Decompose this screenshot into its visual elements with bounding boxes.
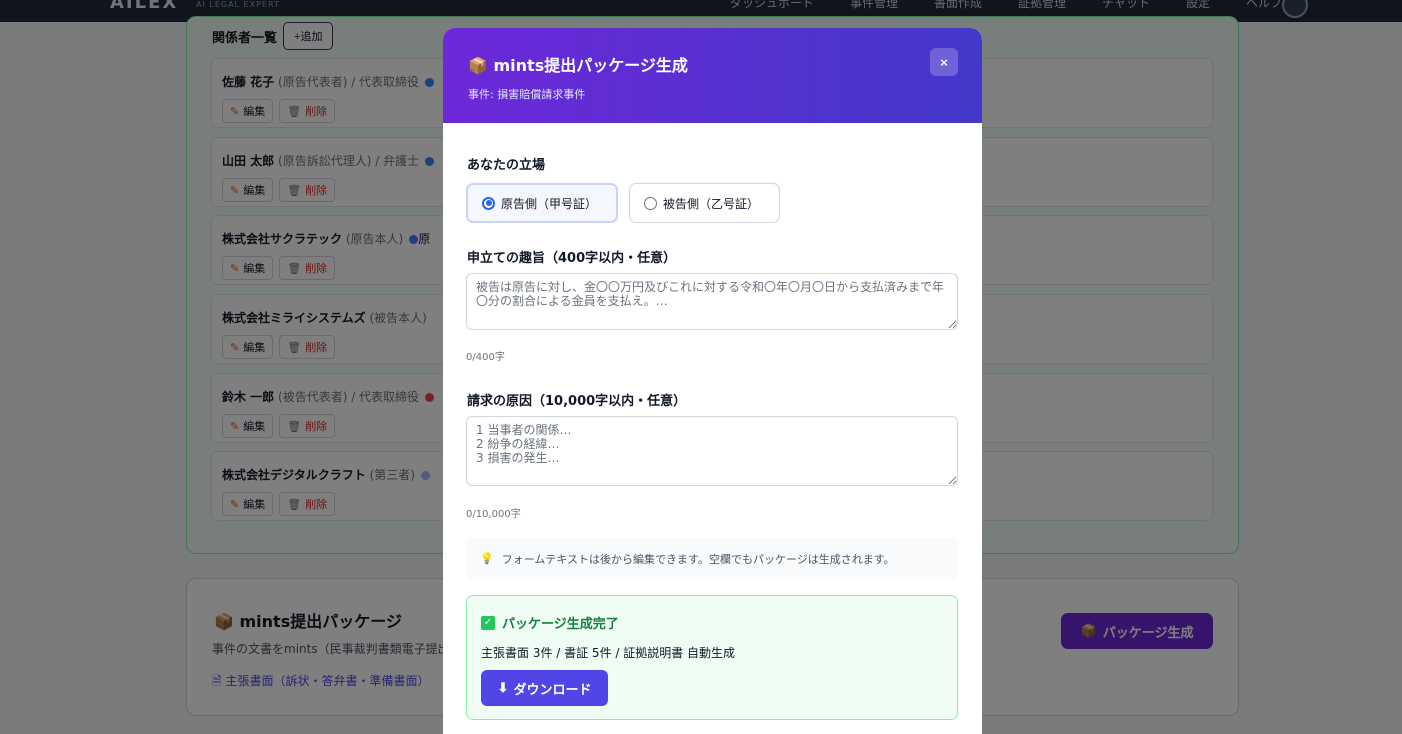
success-title-text: パッケージ生成完了 <box>502 617 619 632</box>
purpose-char-counter: 0/400字 <box>466 352 505 363</box>
success-description: 主張書面 3件 / 書証 5件 / 証拠説明書 自動生成 <box>481 646 736 660</box>
stance-option-label: 被告側（乙号証） <box>663 196 760 211</box>
package-icon: 📦 <box>468 56 488 75</box>
info-tip: 💡 フォームテキストは後から編集できます。空欄でもパッケージは生成されます。 <box>466 538 958 579</box>
stance-label: あなたの立場 <box>467 158 546 173</box>
close-button[interactable]: × <box>930 48 958 76</box>
radio-button[interactable] <box>482 196 495 210</box>
modal-title: 📦 mints提出パッケージ生成 <box>468 52 688 76</box>
cause-label: 請求の原因（10,000字以内・任意） <box>467 394 687 409</box>
modal-header: 📦 mints提出パッケージ生成 事件: 損害賠償請求事件 × <box>443 28 982 123</box>
download-label: ダウンロード <box>513 681 592 697</box>
stance-option-plaintiff[interactable]: 原告側（甲号証） <box>466 183 618 223</box>
radio-button[interactable] <box>644 196 657 210</box>
modal-title-text: mints提出パッケージ生成 <box>493 56 688 75</box>
lightbulb-icon: 💡 <box>480 552 494 565</box>
download-button[interactable]: ⬇ ダウンロード <box>481 670 608 706</box>
stance-option-label: 原告側（甲号証） <box>501 196 598 211</box>
success-title: ✓ パッケージ生成完了 <box>481 613 619 632</box>
mints-package-modal: 📦 mints提出パッケージ生成 事件: 損害賠償請求事件 × あなたの立場 原… <box>443 28 982 734</box>
modal-subtitle: 事件: 損害賠償請求事件 <box>468 88 586 101</box>
download-icon: ⬇ <box>497 680 509 695</box>
success-panel: ✓ パッケージ生成完了 主張書面 3件 / 書証 5件 / 証拠説明書 自動生成… <box>466 595 958 720</box>
stance-option-defendant[interactable]: 被告側（乙号証） <box>629 183 780 223</box>
cause-char-counter: 0/10,000字 <box>466 509 521 520</box>
info-tip-text: フォームテキストは後から編集できます。空欄でもパッケージは生成されます。 <box>501 552 895 566</box>
purpose-textarea[interactable] <box>466 273 958 330</box>
cause-textarea[interactable] <box>466 416 958 486</box>
purpose-label: 申立ての趣旨（400字以内・任意） <box>467 251 677 266</box>
checkmark-icon: ✓ <box>481 615 495 630</box>
